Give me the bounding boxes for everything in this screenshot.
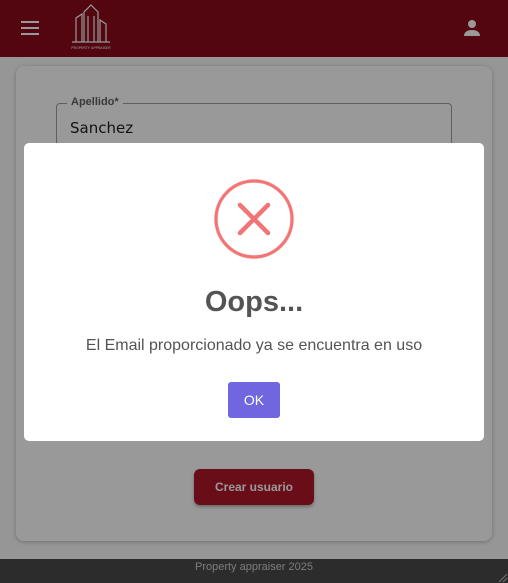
dialog-title: Oops...: [204, 286, 304, 318]
dialog-message: El Email proporcionado ya se encuentra e…: [85, 337, 423, 354]
error-x-icon: [213, 178, 295, 260]
error-dialog: Oops... El Email proporcionado ya se enc…: [24, 143, 484, 441]
ok-button[interactable]: OK: [228, 382, 280, 418]
